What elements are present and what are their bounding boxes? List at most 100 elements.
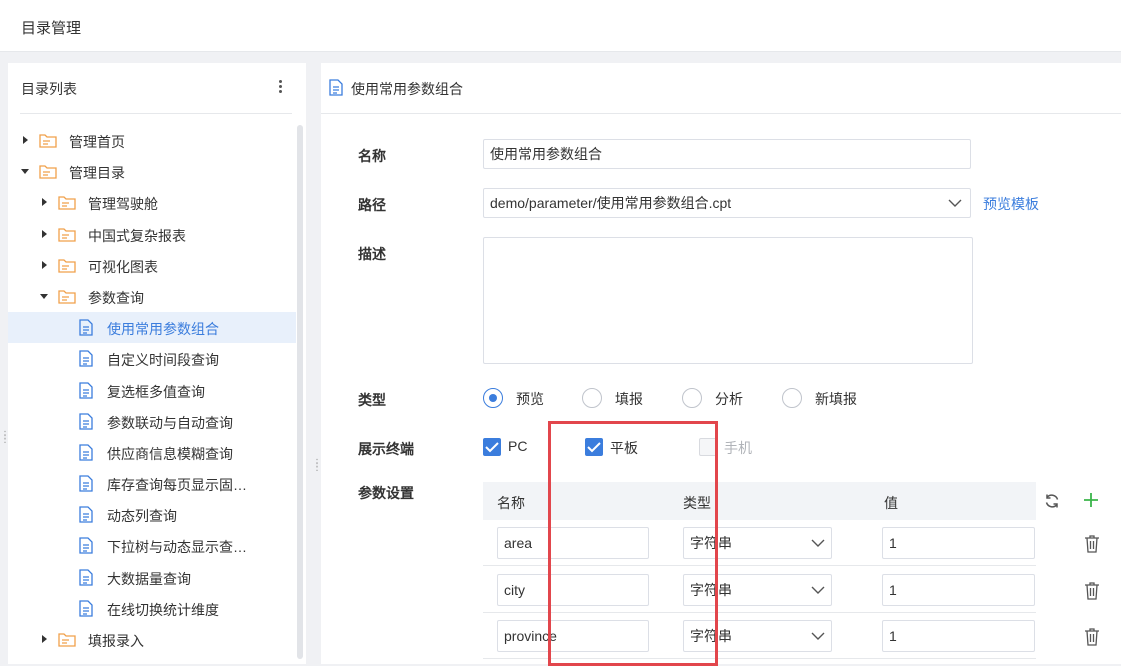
- type-radio[interactable]: [782, 388, 802, 408]
- description-textarea[interactable]: [483, 237, 973, 364]
- document-icon: [79, 537, 93, 555]
- value-column-highlight: [548, 421, 718, 666]
- tree-item-label: 下拉树与动态显示查…: [107, 539, 247, 556]
- header-value: 值: [884, 495, 898, 511]
- folder-icon: [58, 633, 76, 647]
- type-radio[interactable]: [682, 388, 702, 408]
- tree-folder-item[interactable]: 可视化图表: [8, 250, 296, 281]
- params-label: 参数设置: [358, 485, 414, 501]
- document-icon: [79, 350, 93, 367]
- header-name: 名称: [497, 495, 525, 511]
- type-option-label[interactable]: 分析: [715, 389, 743, 409]
- folder-icon: [58, 196, 76, 211]
- terminal-label: 展示终端: [358, 441, 414, 457]
- type-option-label[interactable]: 填报: [615, 389, 643, 409]
- chevron-down-icon: [948, 199, 962, 207]
- resize-grip-icon[interactable]: ⋮ ⋮: [0, 431, 10, 445]
- divider: [20, 113, 292, 114]
- folder-icon: [58, 227, 76, 242]
- caret-down-icon[interactable]: [20, 166, 30, 176]
- add-icon[interactable]: [1083, 492, 1099, 508]
- tree-item-label: 使用常用参数组合: [107, 321, 219, 338]
- folder-icon: [58, 290, 76, 304]
- more-vertical-icon[interactable]: [275, 78, 285, 98]
- tree-doc-item[interactable]: 在线切换统计维度: [8, 593, 296, 624]
- tree-item-label: 参数查询: [88, 289, 144, 306]
- chevron-down-icon: [811, 632, 825, 640]
- sidebar-scrollbar[interactable]: [297, 125, 303, 659]
- tree-doc-item[interactable]: 复选框多值查询: [8, 375, 296, 406]
- tree-item-label: 中国式复杂报表: [88, 227, 186, 244]
- trash-icon[interactable]: [1084, 628, 1100, 646]
- type-option-label[interactable]: 新填报: [815, 389, 857, 409]
- tree-doc-item[interactable]: 自定义时间段查询: [8, 343, 296, 374]
- document-icon: [79, 568, 93, 586]
- tree-doc-item[interactable]: 下拉树与动态显示查…: [8, 530, 296, 561]
- tree-folder-item[interactable]: 中国式复杂报表: [8, 219, 296, 250]
- tree-item-label: 复选框多值查询: [107, 383, 205, 400]
- sidebar: 目录列表 管理首页 管理目录 管理驾驶舱 中国式复杂报表 可视化图表 参数查询 使用常用参数…: [8, 63, 306, 664]
- trash-icon[interactable]: [1084, 581, 1100, 600]
- tree-item-label: 管理首页: [69, 134, 125, 150]
- page-title: 目录管理: [21, 20, 82, 37]
- name-input[interactable]: 使用常用参数组合: [483, 139, 971, 169]
- path-label: 路径: [358, 197, 386, 213]
- type-option-label[interactable]: 预览: [516, 389, 544, 409]
- param-value-input[interactable]: 1: [882, 620, 1035, 652]
- description-label: 描述: [358, 246, 386, 262]
- terminal-checkbox[interactable]: [483, 438, 501, 456]
- tree-folder-item[interactable]: 填报录入: [8, 624, 296, 655]
- caret-right-icon[interactable]: [39, 229, 49, 239]
- tree-item-label: 供应商信息模糊查询: [107, 445, 233, 462]
- tree-folder-item[interactable]: 管理首页: [8, 125, 296, 156]
- caret-right-icon[interactable]: [20, 135, 30, 145]
- caret-down-icon[interactable]: [39, 291, 49, 301]
- document-icon: [79, 475, 93, 492]
- divider: [321, 113, 1121, 114]
- tree-doc-item[interactable]: 动态列查询: [8, 499, 296, 530]
- name-label: 名称: [358, 148, 386, 164]
- type-radio[interactable]: [582, 388, 602, 408]
- catalog-tree: 管理首页管理目录管理驾驶舱中国式复杂报表 可视化图表参数查询使用常用参数组合 自定义…: [8, 125, 296, 655]
- trash-icon[interactable]: [1084, 535, 1100, 553]
- document-icon: [79, 381, 93, 399]
- type-radio[interactable]: [483, 388, 503, 408]
- terminal-option-label: PC: [508, 438, 528, 454]
- terminal-option-label: 手机: [724, 440, 752, 456]
- tree-doc-item[interactable]: 供应商信息模糊查询: [8, 437, 296, 468]
- param-value-input[interactable]: 1: [882, 527, 1035, 559]
- tree-item-label: 库存查询每页显示固…: [107, 477, 247, 494]
- tree-item-label: 动态列查询: [107, 508, 177, 525]
- tree-doc-item[interactable]: 库存查询每页显示固…: [8, 468, 296, 499]
- tree-item-label: 可视化图表: [88, 258, 158, 275]
- caret-right-icon[interactable]: [39, 634, 49, 644]
- param-value-input[interactable]: 1: [882, 573, 1035, 606]
- tree-doc-item[interactable]: 大数据量查询: [8, 562, 296, 593]
- tree-item-label: 在线切换统计维度: [107, 601, 219, 618]
- chevron-down-icon: [811, 539, 825, 547]
- folder-icon: [58, 259, 76, 273]
- tree-folder-item[interactable]: 参数查询: [8, 281, 296, 312]
- tree-folder-item[interactable]: 管理驾驶舱: [8, 187, 296, 218]
- detail-title: 使用常用参数组合: [351, 81, 463, 97]
- top-bar: 目录管理: [0, 0, 1121, 52]
- path-select[interactable]: demo/parameter/使用常用参数组合.cpt: [483, 188, 971, 218]
- tree-item-label: 自定义时间段查询: [107, 352, 219, 369]
- document-icon: [79, 319, 93, 336]
- caret-right-icon[interactable]: [39, 260, 49, 270]
- document-icon: [79, 506, 93, 523]
- document-icon: [79, 600, 93, 617]
- check-icon: [485, 442, 499, 453]
- tree-item-label: 大数据量查询: [107, 570, 191, 587]
- tree-folder-item[interactable]: 管理目录: [8, 156, 296, 187]
- type-label: 类型: [358, 392, 386, 408]
- refresh-icon[interactable]: [1044, 493, 1060, 509]
- tree-doc-item[interactable]: 使用常用参数组合: [8, 312, 296, 344]
- document-icon: [79, 413, 93, 430]
- tree-item-label: 管理驾驶舱: [88, 196, 158, 213]
- tree-item-label: 填报录入: [88, 633, 144, 649]
- caret-right-icon[interactable]: [39, 197, 49, 207]
- detail-panel: 使用常用参数组合 名称 使用常用参数组合 路径 demo/parameter/使…: [321, 63, 1121, 664]
- preview-template-link[interactable]: 预览模板: [983, 194, 1039, 214]
- tree-doc-item[interactable]: 参数联动与自动查询: [8, 406, 296, 437]
